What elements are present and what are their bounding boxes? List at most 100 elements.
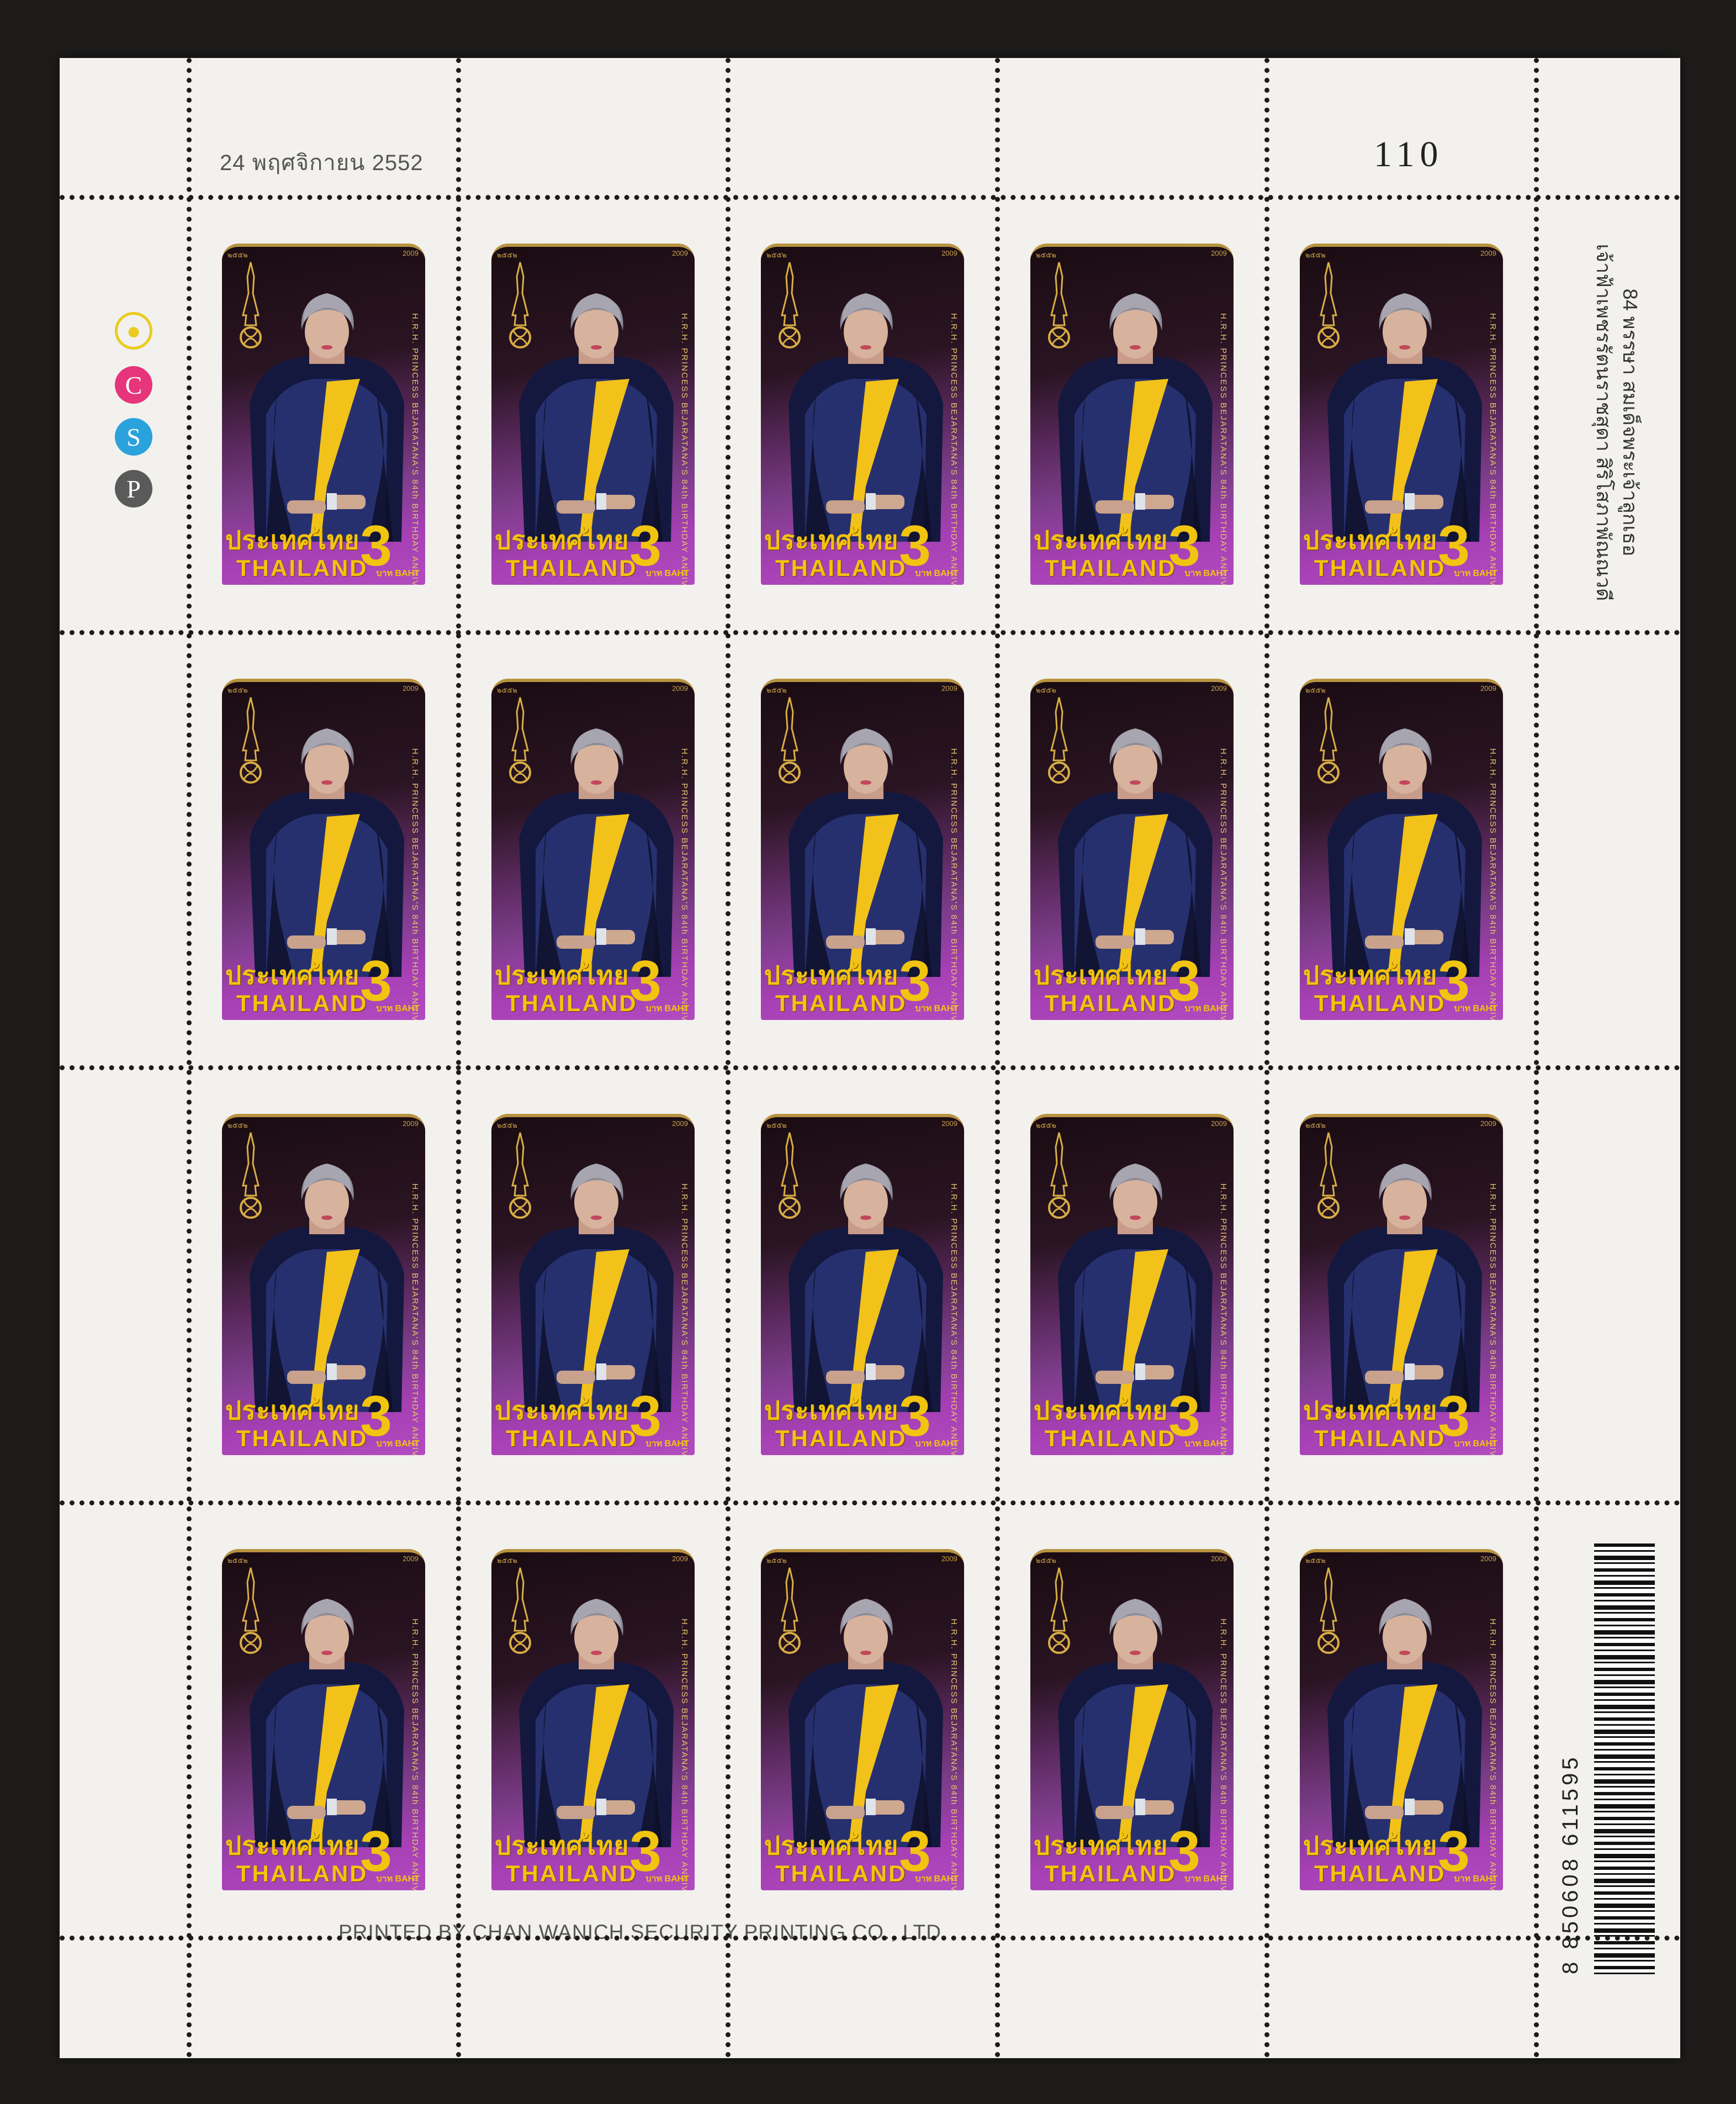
perforation-horizontal	[60, 1500, 1680, 1505]
stamp-r1-c4[interactable]: ๒๕๕๒ 2009 H.R.H. PRINCESS BEJARATANA'S 8…	[1023, 236, 1241, 593]
stamp-year-thai: ๒๕๕๒	[1305, 686, 1326, 694]
issue-date: 24 พฤศจิกายน 2552	[220, 151, 424, 175]
stamp-unit: บาท BAHT	[915, 1004, 959, 1013]
portrait-image	[1058, 293, 1213, 542]
stamp-unit: บาท BAHT	[1454, 1874, 1497, 1884]
stamp-r3-c3[interactable]: ๒๕๕๒ 2009 H.R.H. PRINCESS BEJARATANA'S 8…	[753, 1106, 972, 1463]
stamp-value: 3	[1438, 514, 1470, 578]
portrait-image	[250, 293, 404, 542]
stamp-year: 2009	[1211, 1119, 1227, 1128]
stamp-sheet: 24 พฤศจิกายน 2552 110 ● C S P 84 พรรษา ส…	[60, 58, 1680, 2058]
stamp-unit: บาท BAHT	[915, 1439, 959, 1449]
perforation-horizontal	[60, 1065, 1680, 1070]
stamp-frame: ๒๕๕๒ 2009 H.R.H. PRINCESS BEJARATANA'S 8…	[761, 244, 964, 585]
country-en: THAILAND	[1045, 1425, 1177, 1451]
stamp-unit: บาท BAHT	[1184, 569, 1228, 578]
stamp-year-thai: ๒๕๕๒	[766, 1121, 787, 1129]
barcode-bars-icon	[1594, 1543, 1655, 1974]
stamp-caption: H.R.H. PRINCESS BEJARATANA'S 84th BIRTHD…	[949, 1619, 959, 1890]
stamp-caption: H.R.H. PRINCESS BEJARATANA'S 84th BIRTHD…	[949, 313, 959, 585]
stamp-value: 3	[1168, 949, 1200, 1013]
stamp-value: 3	[899, 1384, 931, 1449]
color-mark-s: S	[115, 418, 152, 456]
stamp-year: 2009	[403, 1119, 419, 1128]
stamp-year-thai: ๒๕๕๒	[497, 251, 517, 259]
country-en: THAILAND	[236, 555, 368, 581]
stamp-value: 3	[1168, 514, 1200, 578]
stamp-unit: บาท BAHT	[645, 1439, 689, 1449]
stamp-frame: ๒๕๕๒ 2009 H.R.H. PRINCESS BEJARATANA'S 8…	[1030, 1114, 1234, 1455]
country-en: THAILAND	[1045, 1860, 1177, 1886]
stamp-value: 3	[629, 1820, 661, 1884]
stamp-r4-c3[interactable]: ๒๕๕๒ 2009 H.R.H. PRINCESS BEJARATANA'S 8…	[753, 1541, 972, 1898]
stamp-caption: H.R.H. PRINCESS BEJARATANA'S 84th BIRTHD…	[410, 1183, 420, 1455]
stamp-year-thai: ๒๕๕๒	[227, 1556, 248, 1564]
stamp-r1-c3[interactable]: ๒๕๕๒ 2009 H.R.H. PRINCESS BEJARATANA'S 8…	[753, 236, 972, 593]
stamp-r1-c5[interactable]: ๒๕๕๒ 2009 H.R.H. PRINCESS BEJARATANA'S 8…	[1292, 236, 1511, 593]
stamp-frame: ๒๕๕๒ 2009 H.R.H. PRINCESS BEJARATANA'S 8…	[1300, 1114, 1503, 1455]
stamp-value: 3	[360, 514, 392, 578]
stamp-year-thai: ๒๕๕๒	[766, 251, 787, 259]
stamp-value: 3	[1438, 1820, 1470, 1884]
country-en: THAILAND	[1314, 1425, 1446, 1451]
stamp-year-thai: ๒๕๕๒	[1036, 251, 1056, 259]
perforation-vertical	[1264, 58, 1269, 2058]
stamp-r1-c1[interactable]: ๒๕๕๒ 2009 H.R.H. PRINCESS BEJARATANA'S 8…	[214, 236, 433, 593]
perforation-horizontal	[60, 1936, 1680, 1941]
stamp-frame: ๒๕๕๒ 2009 H.R.H. PRINCESS BEJARATANA'S 8…	[491, 1549, 695, 1890]
side-title: 84 พรรษา สมเด็จพระเจ้าลูกเธอ เจ้าฟ้าเพชร…	[1575, 196, 1658, 649]
stamp-frame: ๒๕๕๒ 2009 H.R.H. PRINCESS BEJARATANA'S 8…	[1300, 244, 1503, 585]
stamp-unit: บาท BAHT	[376, 1004, 420, 1013]
stamp-r4-c5[interactable]: ๒๕๕๒ 2009 H.R.H. PRINCESS BEJARATANA'S 8…	[1292, 1541, 1511, 1898]
perforation-vertical	[1534, 58, 1539, 2058]
stamp-frame: ๒๕๕๒ 2009 H.R.H. PRINCESS BEJARATANA'S 8…	[1030, 679, 1234, 1020]
stamp-r1-c2[interactable]: ๒๕๕๒ 2009 H.R.H. PRINCESS BEJARATANA'S 8…	[484, 236, 702, 593]
stamp-value: 3	[629, 514, 661, 578]
stamp-caption: H.R.H. PRINCESS BEJARATANA'S 84th BIRTHD…	[680, 313, 689, 585]
stamp-value: 3	[1438, 949, 1470, 1013]
stamp-r2-c5[interactable]: ๒๕๕๒ 2009 H.R.H. PRINCESS BEJARATANA'S 8…	[1292, 671, 1511, 1028]
stamp-r4-c2[interactable]: ๒๕๕๒ 2009 H.R.H. PRINCESS BEJARATANA'S 8…	[484, 1541, 702, 1898]
stamp-year: 2009	[1480, 1555, 1496, 1563]
portrait-image	[788, 1599, 943, 1847]
barcode: 8 850608 611595	[1558, 1543, 1658, 1974]
country-en: THAILAND	[1045, 555, 1177, 581]
stamp-frame: ๒๕๕๒ 2009 H.R.H. PRINCESS BEJARATANA'S 8…	[761, 1549, 964, 1890]
stamp-frame: ๒๕๕๒ 2009 H.R.H. PRINCESS BEJARATANA'S 8…	[222, 1114, 425, 1455]
sheet-number: 110	[1374, 134, 1444, 175]
stamp-year: 2009	[1211, 1555, 1227, 1563]
stamp-frame: ๒๕๕๒ 2009 H.R.H. PRINCESS BEJARATANA'S 8…	[1030, 1549, 1234, 1890]
stamp-caption: H.R.H. PRINCESS BEJARATANA'S 84th BIRTHD…	[410, 748, 420, 1020]
stamp-r3-c2[interactable]: ๒๕๕๒ 2009 H.R.H. PRINCESS BEJARATANA'S 8…	[484, 1106, 702, 1463]
portrait-image	[1327, 293, 1482, 542]
stamp-caption: H.R.H. PRINCESS BEJARATANA'S 84th BIRTHD…	[680, 1183, 689, 1455]
stamp-r2-c1[interactable]: ๒๕๕๒ 2009 H.R.H. PRINCESS BEJARATANA'S 8…	[214, 671, 433, 1028]
stamp-year-thai: ๒๕๕๒	[1305, 1556, 1326, 1564]
stamp-year-thai: ๒๕๕๒	[766, 1556, 787, 1564]
stamp-r2-c4[interactable]: ๒๕๕๒ 2009 H.R.H. PRINCESS BEJARATANA'S 8…	[1023, 671, 1241, 1028]
perforation-horizontal	[60, 630, 1680, 635]
portrait-image	[1327, 728, 1482, 977]
stamp-unit: บาท BAHT	[1454, 1439, 1497, 1449]
stamp-caption: H.R.H. PRINCESS BEJARATANA'S 84th BIRTHD…	[949, 748, 959, 1020]
perforation-horizontal	[60, 195, 1680, 200]
stamp-unit: บาท BAHT	[1454, 569, 1497, 578]
stamp-frame: ๒๕๕๒ 2009 H.R.H. PRINCESS BEJARATANA'S 8…	[491, 679, 695, 1020]
portrait-image	[250, 728, 404, 977]
stamp-year: 2009	[941, 1555, 957, 1563]
side-title-line-1: 84 พรรษา สมเด็จพระเจ้าลูกเธอ	[1619, 288, 1642, 557]
stamp-r2-c3[interactable]: ๒๕๕๒ 2009 H.R.H. PRINCESS BEJARATANA'S 8…	[753, 671, 972, 1028]
stamp-r3-c5[interactable]: ๒๕๕๒ 2009 H.R.H. PRINCESS BEJARATANA'S 8…	[1292, 1106, 1511, 1463]
color-mark-c: C	[115, 366, 152, 404]
stamp-r3-c1[interactable]: ๒๕๕๒ 2009 H.R.H. PRINCESS BEJARATANA'S 8…	[214, 1106, 433, 1463]
stamp-r4-c1[interactable]: ๒๕๕๒ 2009 H.R.H. PRINCESS BEJARATANA'S 8…	[214, 1541, 433, 1898]
stamp-frame: ๒๕๕๒ 2009 H.R.H. PRINCESS BEJARATANA'S 8…	[1300, 1549, 1503, 1890]
stamp-r3-c4[interactable]: ๒๕๕๒ 2009 H.R.H. PRINCESS BEJARATANA'S 8…	[1023, 1106, 1241, 1463]
country-en: THAILAND	[506, 1425, 638, 1451]
stamp-r4-c4[interactable]: ๒๕๕๒ 2009 H.R.H. PRINCESS BEJARATANA'S 8…	[1023, 1541, 1241, 1898]
country-en: THAILAND	[506, 1860, 638, 1886]
stamp-caption: H.R.H. PRINCESS BEJARATANA'S 84th BIRTHD…	[1488, 313, 1497, 585]
stamp-year: 2009	[941, 1119, 957, 1128]
stamp-year: 2009	[403, 684, 419, 692]
stamp-r2-c2[interactable]: ๒๕๕๒ 2009 H.R.H. PRINCESS BEJARATANA'S 8…	[484, 671, 702, 1028]
